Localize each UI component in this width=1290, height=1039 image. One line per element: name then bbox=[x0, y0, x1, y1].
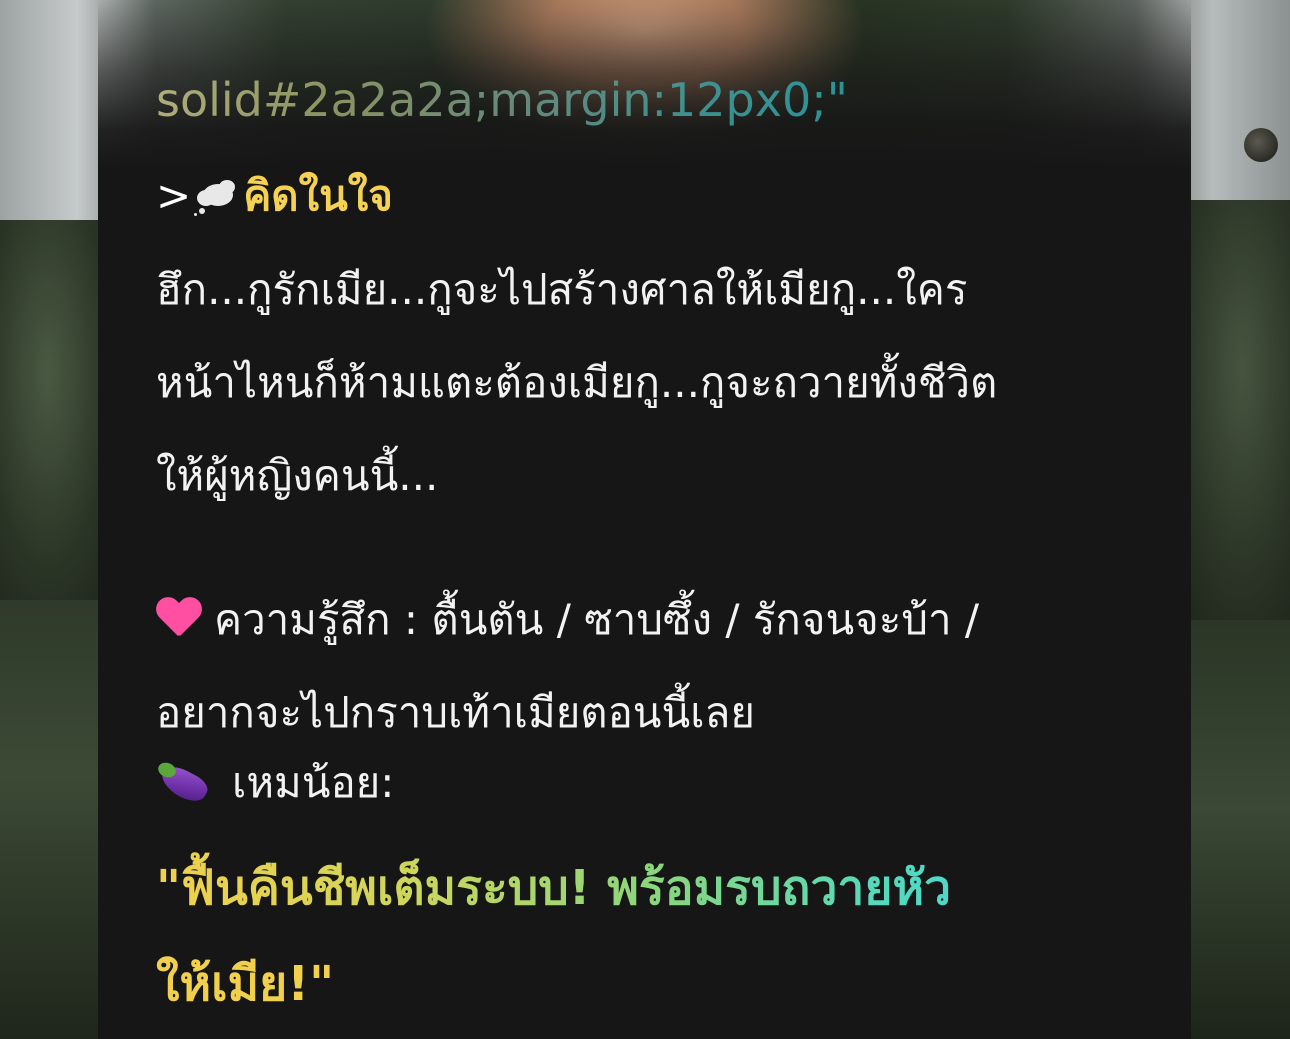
screenshot-stage: solid#2a2a2a;margin:12px0;" > คิดในใจ ฮึ… bbox=[0, 0, 1290, 1039]
camouflage-sleeve-right bbox=[1180, 620, 1290, 1039]
feeling-line: ความรู้สึก : ตื้นตัน / ซาบซึ้ง / รักจนจะ… bbox=[156, 573, 1146, 666]
code-fragment-text: solid#2a2a2a;margin:12px0;" bbox=[156, 70, 848, 130]
pink-heart-icon bbox=[156, 596, 202, 640]
monologue-line: ให้ผู้หญิงคนนี้... bbox=[156, 451, 439, 500]
quote-line: ให้เมีย!" bbox=[156, 936, 1146, 1032]
quote-line: "ฟื้นคืนชีพเต็มระบบ! พร้อมรบถวายหัว bbox=[156, 840, 1146, 936]
feeling-text: ความรู้สึก : ตื้นตัน / ซาบซึ้ง / รักจนจะ… bbox=[214, 595, 980, 644]
thought-header: > คิดในใจ bbox=[156, 166, 393, 226]
eggplant-icon bbox=[156, 757, 212, 809]
inner-monologue: ฮึก...กูรักเมีย...กูจะไปสร้างศาลให้เมียก… bbox=[156, 243, 1146, 522]
thought-bubble-icon bbox=[193, 176, 237, 216]
camouflage-sleeve-left bbox=[0, 600, 110, 1039]
quote-marker: > bbox=[156, 171, 192, 220]
monologue-line: หน้าไหนก็ห้ามแตะต้องเมียกู...กูจะถวายทั้… bbox=[156, 358, 998, 407]
feeling-line: อยากจะไปกราบเท้าเมียตอนนี้เลย bbox=[156, 688, 755, 737]
speaker-quote: "ฟื้นคืนชีพเต็มระบบ! พร้อมรบถวายหัว ให้เ… bbox=[156, 840, 1146, 1032]
feeling-block: ความรู้สึก : ตื้นตัน / ซาบซึ้ง / รักจนจะ… bbox=[156, 573, 1146, 759]
thought-label: คิดในใจ bbox=[243, 171, 393, 220]
uniform-button bbox=[1244, 128, 1278, 162]
monologue-line: ฮึก...กูรักเมีย...กูจะไปสร้างศาลให้เมียก… bbox=[156, 265, 968, 314]
speaker-header: เหมน้อย: bbox=[156, 752, 394, 814]
speaker-label: เหมน้อย: bbox=[232, 758, 395, 807]
